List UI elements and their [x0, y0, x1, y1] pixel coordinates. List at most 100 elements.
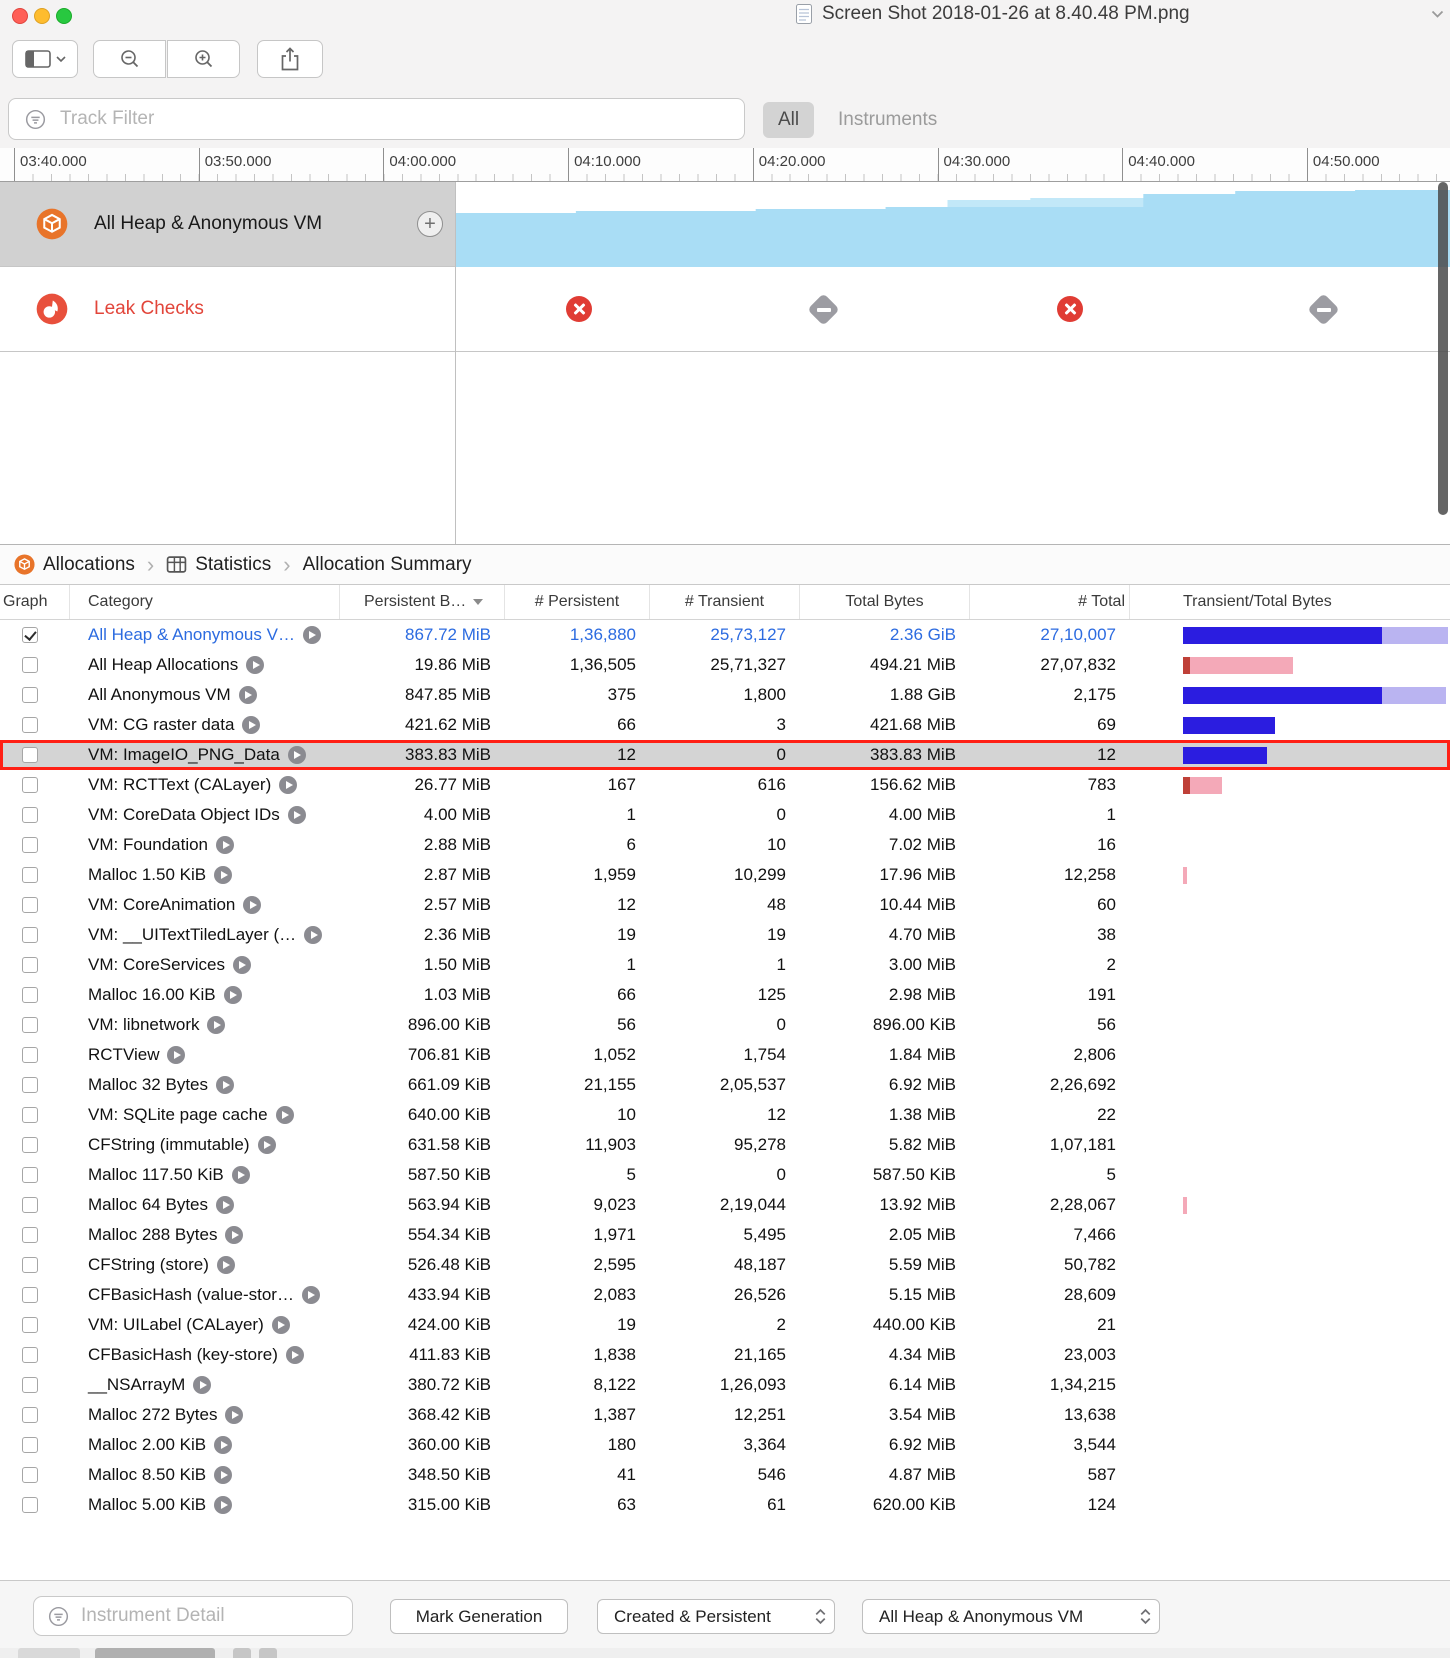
track-filter-input[interactable]: Track Filter	[8, 98, 745, 140]
column-header-num-transient[interactable]: # Transient	[650, 585, 800, 619]
graph-checkbox[interactable]	[22, 1077, 38, 1093]
table-row[interactable]: Malloc 2.00 KiB 360.00 KiB 180 3,364 6.9…	[0, 1430, 1450, 1460]
graph-checkbox[interactable]	[22, 1407, 38, 1423]
graph-checkbox[interactable]	[22, 897, 38, 913]
track-row-leaks[interactable]: Leak Checks	[0, 267, 1450, 352]
table-row[interactable]: Malloc 117.50 KiB 587.50 KiB 5 0 587.50 …	[0, 1160, 1450, 1190]
table-row[interactable]: VM: Foundation 2.88 MiB 6 10 7.02 MiB 16	[0, 830, 1450, 860]
focus-arrow-icon[interactable]	[275, 1106, 294, 1124]
focus-arrow-icon[interactable]	[246, 656, 265, 674]
document-proxy-icon[interactable]	[795, 3, 813, 25]
leak-error-badge[interactable]	[1057, 296, 1083, 322]
focus-arrow-icon[interactable]	[242, 716, 261, 734]
table-row[interactable]: Malloc 64 Bytes 563.94 KiB 9,023 2,19,04…	[0, 1190, 1450, 1220]
focus-arrow-icon[interactable]	[287, 746, 306, 764]
toggle-sidebar-button[interactable]	[12, 40, 78, 78]
table-row[interactable]: __NSArrayM 380.72 KiB 8,122 1,26,093 6.1…	[0, 1370, 1450, 1400]
close-window-button[interactable]	[12, 8, 28, 24]
table-row[interactable]: Malloc 32 Bytes 661.09 KiB 21,155 2,05,5…	[0, 1070, 1450, 1100]
focus-arrow-icon[interactable]	[214, 1466, 233, 1484]
table-row[interactable]: VM: __UITextTiledLayer (… 2.36 MiB 19 19…	[0, 920, 1450, 950]
table-row[interactable]: Malloc 1.50 KiB 2.87 MiB 1,959 10,299 17…	[0, 860, 1450, 890]
graph-checkbox[interactable]	[22, 837, 38, 853]
heap-track-label-column[interactable]: All Heap & Anonymous VM +	[0, 182, 455, 266]
focus-arrow-icon[interactable]	[216, 1076, 234, 1094]
breadcrumb-allocation-summary[interactable]: Allocation Summary	[303, 554, 472, 576]
table-row[interactable]: All Heap & Anonymous V… 867.72 MiB 1,36,…	[0, 620, 1450, 650]
column-header-total-bytes[interactable]: Total Bytes	[800, 585, 970, 619]
table-row[interactable]: VM: ImageIO_PNG_Data 383.83 MiB 12 0 383…	[0, 740, 1450, 770]
table-row[interactable]: Malloc 288 Bytes 554.34 KiB 1,971 5,495 …	[0, 1220, 1450, 1250]
graph-checkbox[interactable]	[22, 627, 38, 643]
focus-arrow-icon[interactable]	[232, 956, 251, 974]
table-row[interactable]: VM: SQLite page cache 640.00 KiB 10 12 1…	[0, 1100, 1450, 1130]
table-row[interactable]: VM: CoreServices 1.50 MiB 1 1 3.00 MiB 2	[0, 950, 1450, 980]
graph-checkbox[interactable]	[22, 657, 38, 673]
minimize-window-button[interactable]	[34, 8, 50, 24]
graph-checkbox[interactable]	[22, 1137, 38, 1153]
table-row[interactable]: VM: libnetwork 896.00 KiB 56 0 896.00 Ki…	[0, 1010, 1450, 1040]
table-row[interactable]: CFBasicHash (value-stor… 433.94 KiB 2,08…	[0, 1280, 1450, 1310]
column-header-category[interactable]: Category	[70, 585, 340, 619]
table-row[interactable]: VM: CoreData Object IDs 4.00 MiB 1 0 4.0…	[0, 800, 1450, 830]
table-row[interactable]: VM: CoreAnimation 2.57 MiB 12 48 10.44 M…	[0, 890, 1450, 920]
focus-arrow-icon[interactable]	[216, 1256, 235, 1274]
title-chevron-down-icon[interactable]	[1431, 10, 1444, 19]
zoom-window-button[interactable]	[56, 8, 72, 24]
focus-arrow-icon[interactable]	[304, 926, 323, 944]
graph-checkbox[interactable]	[22, 1107, 38, 1123]
focus-arrow-icon[interactable]	[279, 776, 298, 794]
focus-arrow-icon[interactable]	[225, 1226, 244, 1244]
mark-generation-button[interactable]: Mark Generation	[390, 1599, 568, 1634]
graph-checkbox[interactable]	[22, 927, 38, 943]
graph-checkbox[interactable]	[22, 1467, 38, 1483]
graph-checkbox[interactable]	[22, 1257, 38, 1273]
table-row[interactable]: VM: CG raster data 421.62 MiB 66 3 421.6…	[0, 710, 1450, 740]
focus-arrow-icon[interactable]	[225, 1406, 244, 1424]
graph-checkbox[interactable]	[22, 717, 38, 733]
column-header-graph[interactable]: Graph	[0, 585, 70, 619]
focus-arrow-icon[interactable]	[214, 866, 233, 884]
focus-arrow-icon[interactable]	[243, 896, 262, 914]
table-row[interactable]: All Heap Allocations 19.86 MiB 1,36,505 …	[0, 650, 1450, 680]
graph-checkbox[interactable]	[22, 957, 38, 973]
graph-checkbox[interactable]	[22, 1497, 38, 1513]
graph-checkbox[interactable]	[22, 1377, 38, 1393]
table-row[interactable]: Malloc 8.50 KiB 348.50 KiB 41 546 4.87 M…	[0, 1460, 1450, 1490]
leak-clear-badge[interactable]	[1307, 293, 1340, 326]
focus-arrow-icon[interactable]	[193, 1376, 212, 1394]
focus-arrow-icon[interactable]	[167, 1046, 186, 1064]
focus-arrow-icon[interactable]	[214, 1496, 233, 1514]
graph-checkbox[interactable]	[22, 1437, 38, 1453]
breadcrumb-statistics[interactable]: Statistics	[166, 554, 271, 576]
graph-checkbox[interactable]	[22, 1317, 38, 1333]
leaks-track-label-column[interactable]: Leak Checks	[0, 267, 455, 351]
focus-arrow-icon[interactable]	[302, 626, 321, 644]
graph-checkbox[interactable]	[22, 1287, 38, 1303]
focus-arrow-icon[interactable]	[238, 686, 257, 704]
breadcrumb-allocations[interactable]: Allocations	[14, 554, 135, 576]
segment-all[interactable]: All	[763, 102, 815, 138]
track-row-heap[interactable]: All Heap & Anonymous VM +	[0, 182, 1450, 267]
timeline-ruler[interactable]: 03:40.000 03:50.000 04:00.000 04:10.000 04:2…	[0, 148, 1450, 182]
column-header-num-persistent[interactable]: # Persistent	[505, 585, 650, 619]
focus-arrow-icon[interactable]	[223, 986, 242, 1004]
focus-arrow-icon[interactable]	[216, 1196, 234, 1214]
focus-arrow-icon[interactable]	[207, 1016, 226, 1034]
leak-clear-badge[interactable]	[807, 293, 840, 326]
track-scrollbar[interactable]	[1438, 182, 1448, 515]
table-row[interactable]: VM: UILabel (CALayer) 424.00 KiB 19 2 44…	[0, 1310, 1450, 1340]
graph-checkbox[interactable]	[22, 777, 38, 793]
table-row[interactable]: Malloc 16.00 KiB 1.03 MiB 66 125 2.98 Mi…	[0, 980, 1450, 1010]
focus-arrow-icon[interactable]	[285, 1346, 304, 1364]
table-row[interactable]: CFString (store) 526.48 KiB 2,595 48,187…	[0, 1250, 1450, 1280]
graph-checkbox[interactable]	[22, 867, 38, 883]
focus-arrow-icon[interactable]	[216, 836, 235, 854]
leak-error-badge[interactable]	[566, 296, 592, 322]
table-row[interactable]: CFBasicHash (key-store) 411.83 KiB 1,838…	[0, 1340, 1450, 1370]
heap-allocation-chart[interactable]	[456, 182, 1450, 267]
table-row[interactable]: All Anonymous VM 847.85 MiB 375 1,800 1.…	[0, 680, 1450, 710]
focus-arrow-icon[interactable]	[257, 1136, 276, 1154]
table-row[interactable]: VM: RCTText (CALayer) 26.77 MiB 167 616 …	[0, 770, 1450, 800]
table-row[interactable]: RCTView 706.81 KiB 1,052 1,754 1.84 MiB …	[0, 1040, 1450, 1070]
